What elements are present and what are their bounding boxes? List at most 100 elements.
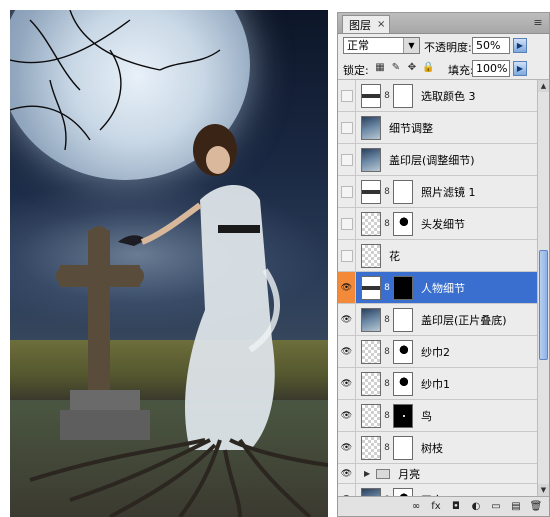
- layer-mask-thumbnail[interactable]: [393, 211, 413, 236]
- layer-thumbnail[interactable]: [361, 147, 381, 172]
- layer-row[interactable]: 👁 8 树枝: [338, 432, 537, 464]
- chain-link-icon[interactable]: 8: [384, 283, 390, 293]
- layer-mask-thumbnail[interactable]: [393, 435, 413, 460]
- layer-mask-thumbnail[interactable]: [393, 307, 413, 332]
- group-expand-icon[interactable]: ▶: [364, 469, 370, 478]
- layer-thumbnails: 8: [361, 83, 413, 108]
- eye-icon: 👁: [340, 410, 353, 421]
- layer-thumbnail[interactable]: [361, 211, 381, 236]
- fill-input[interactable]: 100%: [472, 60, 510, 77]
- chain-link-icon[interactable]: 8: [384, 315, 390, 325]
- visibility-toggle[interactable]: 👁: [338, 336, 356, 367]
- scroll-down-icon[interactable]: ▼: [538, 484, 549, 496]
- blend-mode-select[interactable]: 正常 ▼: [343, 37, 420, 54]
- layer-name: 纱巾2: [421, 345, 450, 359]
- layer-row[interactable]: 👁 8 纱巾2: [338, 336, 537, 368]
- visibility-toggle[interactable]: [338, 176, 356, 207]
- chain-link-icon[interactable]: 8: [384, 91, 390, 101]
- layer-row[interactable]: 8 选取颜色 3: [338, 80, 537, 112]
- chevron-down-icon[interactable]: ▼: [403, 38, 419, 53]
- layer-mask-thumbnail[interactable]: [393, 371, 413, 396]
- layer-row[interactable]: 细节调整: [338, 112, 537, 144]
- folder-icon: [376, 468, 391, 479]
- layer-row[interactable]: 👁 ▶ 月亮: [338, 464, 537, 484]
- visibility-toggle[interactable]: [338, 80, 356, 111]
- layer-row[interactable]: 8 头发细节: [338, 208, 537, 240]
- layer-thumbnail[interactable]: [361, 243, 381, 268]
- layer-row[interactable]: 盖印层(调整细节): [338, 144, 537, 176]
- layer-row[interactable]: 👁8天空: [338, 484, 537, 496]
- layer-thumbnails: 8: [361, 371, 413, 396]
- hidden-box-icon: [340, 217, 353, 230]
- opacity-slider-button[interactable]: ▶: [513, 38, 527, 53]
- adjustment-layer-icon[interactable]: ◐: [469, 500, 483, 514]
- layer-thumbnail[interactable]: [361, 371, 381, 396]
- layer-mask-thumbnail[interactable]: [393, 275, 413, 300]
- lock-all-icon[interactable]: 🔒: [422, 62, 434, 74]
- layer-name: 盖印层(正片叠底): [421, 313, 507, 327]
- visibility-toggle[interactable]: [338, 208, 356, 239]
- layer-mask-thumbnail[interactable]: [393, 487, 413, 496]
- hidden-box-icon: [340, 89, 353, 102]
- layer-row[interactable]: 👁 8 纱巾1: [338, 368, 537, 400]
- trash-icon[interactable]: 🗑: [529, 500, 543, 514]
- document-canvas[interactable]: [10, 10, 328, 517]
- layer-thumbnail[interactable]: [361, 435, 381, 460]
- layer-thumbnail[interactable]: [361, 115, 381, 140]
- panel-menu-icon[interactable]: ≡: [531, 16, 545, 30]
- visibility-toggle[interactable]: 👁: [338, 400, 356, 431]
- layer-style-fx-icon[interactable]: fx: [429, 500, 443, 514]
- chain-link-icon[interactable]: 8: [384, 411, 390, 421]
- layer-row[interactable]: 花: [338, 240, 537, 272]
- layer-mask-thumbnail[interactable]: [393, 83, 413, 108]
- layer-thumbnail[interactable]: [361, 179, 381, 204]
- visibility-toggle[interactable]: 👁: [338, 368, 356, 399]
- lock-transparent-icon[interactable]: ▦: [374, 62, 386, 74]
- layer-row[interactable]: 8 照片滤镜 1: [338, 176, 537, 208]
- visibility-toggle[interactable]: 👁: [338, 272, 356, 303]
- chain-link-icon[interactable]: 8: [384, 187, 390, 197]
- layer-thumbnail[interactable]: [361, 339, 381, 364]
- layer-thumbnail[interactable]: [361, 487, 381, 496]
- add-mask-icon[interactable]: ◘: [449, 500, 463, 514]
- layer-mask-thumbnail[interactable]: [393, 179, 413, 204]
- layer-row[interactable]: 👁 8 盖印层(正片叠底): [338, 304, 537, 336]
- fill-slider-button[interactable]: ▶: [513, 61, 527, 76]
- link-layers-icon[interactable]: ∞: [409, 500, 423, 514]
- close-icon[interactable]: ×: [377, 19, 385, 30]
- scroll-up-icon[interactable]: ▲: [538, 80, 549, 92]
- layer-thumbnail[interactable]: [361, 403, 381, 428]
- layer-thumbnail[interactable]: [361, 83, 381, 108]
- visibility-toggle[interactable]: [338, 112, 356, 143]
- layer-list-scrollbar[interactable]: ▲ ▼: [537, 80, 549, 496]
- lock-move-icon[interactable]: ✥: [406, 62, 418, 74]
- layer-thumbnails: [361, 115, 381, 140]
- tab-layers[interactable]: 图层 ×: [342, 15, 391, 33]
- layer-thumbnail[interactable]: [361, 307, 381, 332]
- opacity-input[interactable]: 50%: [472, 37, 510, 54]
- layer-name: 照片滤镜 1: [421, 185, 476, 199]
- layer-mask-thumbnail[interactable]: [393, 339, 413, 364]
- chain-link-icon[interactable]: 8: [384, 379, 390, 389]
- lock-paint-icon[interactable]: ✎: [390, 62, 402, 74]
- new-layer-icon[interactable]: ▤: [509, 500, 523, 514]
- chain-link-icon[interactable]: 8: [384, 347, 390, 357]
- visibility-toggle[interactable]: [338, 240, 356, 271]
- layer-name: 花: [389, 249, 400, 263]
- chain-link-icon[interactable]: 8: [384, 219, 390, 229]
- visibility-toggle[interactable]: 👁: [338, 432, 356, 463]
- tab-layers-label: 图层: [349, 18, 371, 32]
- layer-row[interactable]: 👁 8 人物细节: [338, 272, 537, 304]
- scroll-thumb[interactable]: [539, 250, 548, 360]
- stone-cross: [56, 226, 150, 440]
- layer-mask-thumbnail[interactable]: [393, 403, 413, 428]
- layer-thumbnail[interactable]: [361, 275, 381, 300]
- new-group-icon[interactable]: ▭: [489, 500, 503, 514]
- visibility-toggle[interactable]: 👁: [338, 484, 356, 496]
- visibility-toggle[interactable]: 👁: [338, 464, 356, 483]
- chain-link-icon[interactable]: 8: [384, 443, 390, 453]
- lock-fill-row: 锁定: ▦ ✎ ✥ 🔒 填充: 100% ▶: [338, 57, 549, 80]
- layer-row[interactable]: 👁 8 鸟: [338, 400, 537, 432]
- visibility-toggle[interactable]: 👁: [338, 304, 356, 335]
- visibility-toggle[interactable]: [338, 144, 356, 175]
